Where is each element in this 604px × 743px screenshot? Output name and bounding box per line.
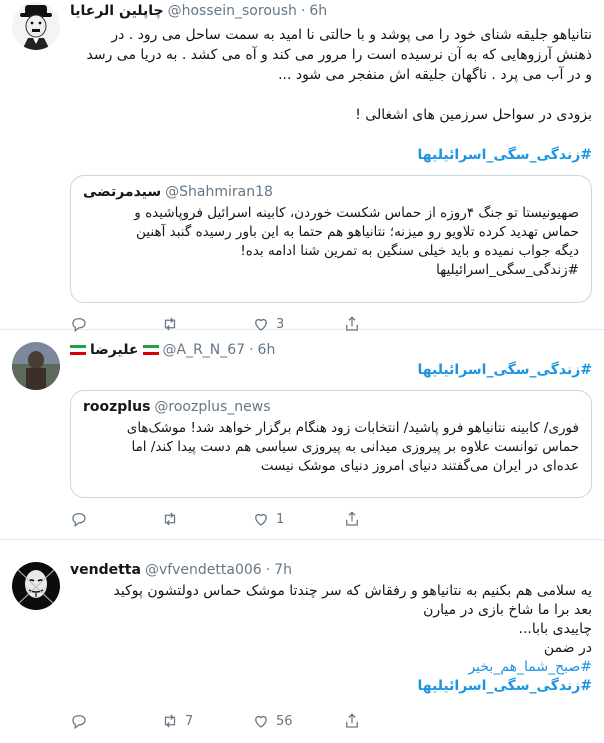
quoted-text-line: فوری/ کابینه نتانیاهو فرو پاشید/ انتخابا…: [126, 420, 579, 436]
quoted-text-line: حماس تهدید کرده تلاویو رو میزنه؛ نتانیاه…: [136, 224, 579, 240]
tweet-text-line: بزودی در سواحل سرزمین های اشغالی !: [355, 107, 592, 123]
tweet[interactable]: vendetta @vfvendetta006 · 7h یه سلامی هم…: [0, 540, 604, 743]
reply-icon: [72, 715, 86, 730]
reply-button[interactable]: [70, 510, 161, 528]
quoted-tweet-text: صهیونیستا تو جنگ ۴روزه از حماس شکست خورد…: [83, 204, 579, 280]
avatar[interactable]: [12, 342, 60, 390]
quoted-display-name: roozplus: [83, 399, 151, 415]
tweet-text-line: یه سلامی هم بکنیم به نتانیاهو و رفقاش که…: [113, 583, 592, 599]
timestamp[interactable]: 6h: [258, 342, 276, 358]
user-handle[interactable]: @A_R_N_67: [163, 342, 246, 358]
share-icon: [346, 511, 358, 526]
tweet-text-line: نتانیاهو جلیقه شنای خود را می پوشد و با …: [111, 27, 592, 43]
user-handle[interactable]: @vfvendetta006: [145, 562, 262, 578]
chaplin-avatar-image: [12, 2, 60, 50]
quoted-tweet[interactable]: roozplus @roozplus_news فوری/ کابینه نتا…: [70, 390, 592, 498]
quoted-text-line: حماس توانست علاوه بر پیروزی میدانی به پی…: [131, 439, 579, 455]
hashtag-link[interactable]: #زندگی_سگی_اسرائیلیها: [70, 145, 593, 165]
quoted-hashtag: #زندگی_سگی_اسرائیلیها: [436, 262, 579, 278]
user-handle[interactable]: @hossein_soroush: [168, 3, 297, 19]
quoted-text-line: صهیونیستا تو جنگ ۴روزه از حماس شکست خورد…: [134, 205, 579, 221]
like-button[interactable]: 1: [252, 510, 343, 528]
share-button[interactable]: [343, 510, 434, 528]
guy-fawkes-mask-avatar-image: [12, 562, 60, 610]
hashtag-link[interactable]: #زندگی_سگی_اسرائیلیها: [70, 360, 593, 380]
quoted-text-line: عده‌ای در ایران می‌گفتند دنیای امروز دنی…: [260, 458, 579, 474]
retweet-icon: [164, 512, 176, 526]
hashtag-link[interactable]: #زندگی_سگی_اسرائیلیها: [70, 677, 593, 696]
tweet-text-line: چاییدی بابا...: [518, 621, 592, 637]
timestamp[interactable]: 6h: [309, 3, 327, 19]
quoted-tweet-header: roozplus @roozplus_news: [83, 399, 579, 415]
hashtag-link[interactable]: #صبح_شما_هم_بخیر: [70, 658, 592, 677]
landscape-avatar-image: [12, 342, 60, 390]
tweet[interactable]: علیرضا @A_R_N_67 · 6h #زندگی_سگی_اسرائیل…: [0, 330, 604, 540]
share-button[interactable]: [343, 712, 434, 730]
retweet-icon: [164, 714, 176, 728]
tweet-text-line: و در آب می پرد . ناگهان جلیقه اش منفجر م…: [278, 67, 592, 83]
like-button[interactable]: 56: [252, 712, 343, 730]
iran-flag-icon: [70, 344, 86, 356]
tweet-actions: 7 56: [70, 708, 592, 734]
tweet-text: #زندگی_سگی_اسرائیلیها: [70, 360, 593, 380]
tweet-text-line: در ضمن: [543, 640, 592, 656]
like-icon: [255, 513, 267, 526]
quoted-tweet-header: سیدمرتضی @Shahmiran18: [83, 184, 579, 200]
display-name[interactable]: چاپلین الرعایا: [70, 3, 164, 19]
tweet-text: نتانیاهو جلیقه شنای خود را می پوشد و با …: [70, 25, 592, 165]
timeline: چاپلین الرعایا @hossein_soroush · 6h نتا…: [0, 0, 604, 743]
quoted-display-name: سیدمرتضی: [83, 184, 162, 200]
tweet-header: vendetta @vfvendetta006 · 7h: [70, 562, 592, 578]
retweet-count: 7: [185, 713, 194, 729]
tweet-text-line: ذهنش آرزوهایی که به آن نرسیده است را مرو…: [86, 47, 592, 63]
avatar[interactable]: [12, 2, 60, 50]
tweet-text: یه سلامی هم بکنیم به نتانیاهو و رفقاش که…: [70, 582, 592, 696]
separator-dot: ·: [265, 562, 271, 578]
reply-button[interactable]: [70, 712, 161, 730]
tweet-header: چاپلین الرعایا @hossein_soroush · 6h: [70, 0, 592, 19]
quoted-user-handle: @Shahmiran18: [165, 184, 273, 200]
avatar[interactable]: [12, 562, 60, 610]
share-icon: [346, 713, 358, 728]
tweet[interactable]: چاپلین الرعایا @hossein_soroush · 6h نتا…: [0, 0, 604, 333]
separator-dot: ·: [249, 342, 254, 358]
quoted-user-handle: @roozplus_news: [154, 399, 271, 415]
tweet-header: علیرضا @A_R_N_67 · 6h: [70, 342, 592, 358]
like-count: 1: [276, 511, 285, 527]
reply-icon: [72, 513, 86, 528]
retweet-button[interactable]: 7: [161, 712, 252, 730]
separator-dot: ·: [300, 3, 306, 19]
retweet-button[interactable]: [161, 510, 252, 528]
display-name[interactable]: علیرضا: [90, 342, 139, 358]
tweet-text-line: بعد برا ما شاخ بازی در میارن: [423, 602, 592, 618]
display-name[interactable]: vendetta: [70, 562, 141, 578]
quoted-text-line: دیگه جواب نمیده و باید خیلی سنگین به تمر…: [240, 243, 579, 259]
iran-flag-icon: [142, 344, 159, 356]
quoted-tweet-text: فوری/ کابینه نتانیاهو فرو پاشید/ انتخابا…: [83, 419, 579, 476]
like-count: 56: [276, 713, 293, 729]
like-icon: [255, 715, 267, 728]
tweet-actions: 1: [70, 506, 592, 532]
timestamp[interactable]: 7h: [274, 562, 292, 578]
quoted-tweet[interactable]: سیدمرتضی @Shahmiran18 صهیونیستا تو جنگ ۴…: [70, 175, 592, 303]
